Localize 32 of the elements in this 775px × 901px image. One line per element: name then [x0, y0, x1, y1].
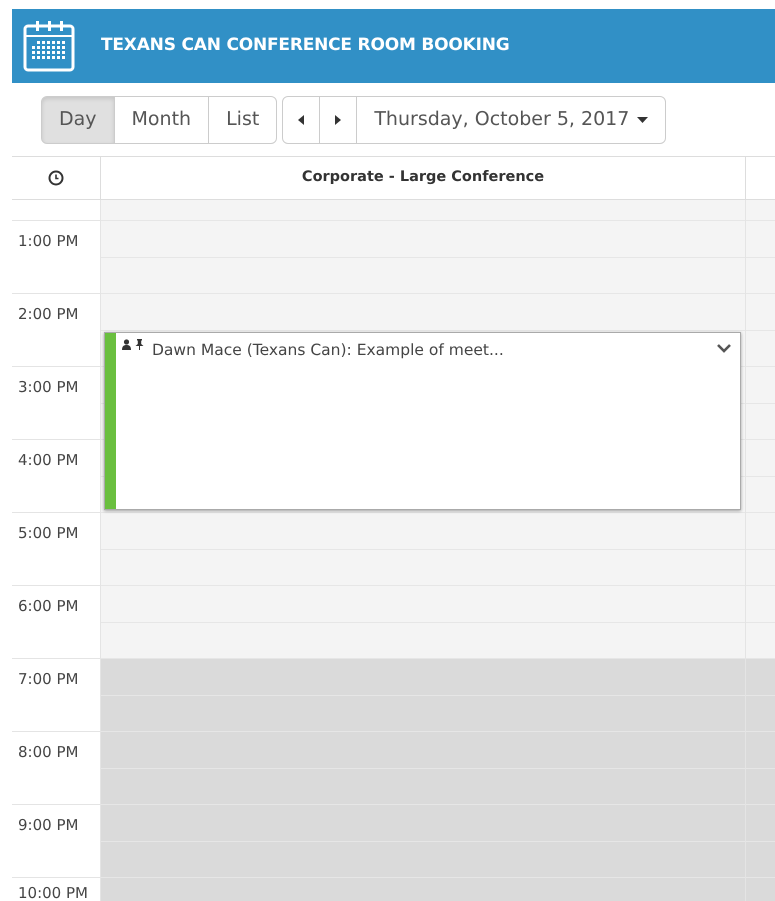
previous-button[interactable]	[282, 96, 320, 144]
time-label: 5:00 PM	[18, 523, 80, 544]
view-tab[interactable]: Day	[41, 96, 115, 144]
pin-icon	[135, 338, 144, 350]
caret-left-icon	[298, 114, 304, 124]
chevron-down-icon[interactable]	[716, 342, 732, 352]
time-label: 7:00 PM	[18, 669, 80, 690]
column-header: Corporate - Large Conference	[302, 168, 544, 188]
caret-down-icon	[637, 116, 648, 122]
time-label: 9:00 PM	[18, 815, 80, 836]
clock-icon	[48, 170, 64, 186]
time-label: 8:00 PM	[18, 742, 80, 763]
app-title: TEXANS CAN CONFERENCE ROOM BOOKING	[101, 34, 510, 58]
time-label: 2:00 PM	[18, 304, 80, 325]
time-label: 1:00 PM	[18, 231, 80, 252]
next-button[interactable]	[319, 96, 358, 144]
view-tab[interactable]: List	[208, 96, 278, 144]
time-label: 10:00 PM	[18, 883, 89, 901]
time-slot[interactable]	[746, 658, 775, 731]
day-column[interactable]: Dawn Mace (Texans Can): Example of meet...	[100, 200, 746, 901]
person-icon	[122, 338, 131, 350]
time-slot[interactable]	[746, 200, 775, 220]
date-dropdown[interactable]: Thursday, October 5, 2017	[356, 96, 666, 144]
time-label: 6:00 PM	[18, 596, 80, 617]
time-label: 3:00 PM	[18, 377, 80, 398]
time-slot[interactable]	[746, 585, 775, 658]
event-title: Dawn Mace (Texans Can): Example of meet...	[152, 340, 504, 360]
calendar-icon	[22, 19, 76, 73]
view-tab[interactable]: Month	[114, 96, 210, 144]
caret-right-icon	[335, 114, 342, 124]
event-block[interactable]: Dawn Mace (Texans Can): Example of meet...	[104, 332, 741, 510]
time-label: 4:00 PM	[18, 450, 80, 471]
